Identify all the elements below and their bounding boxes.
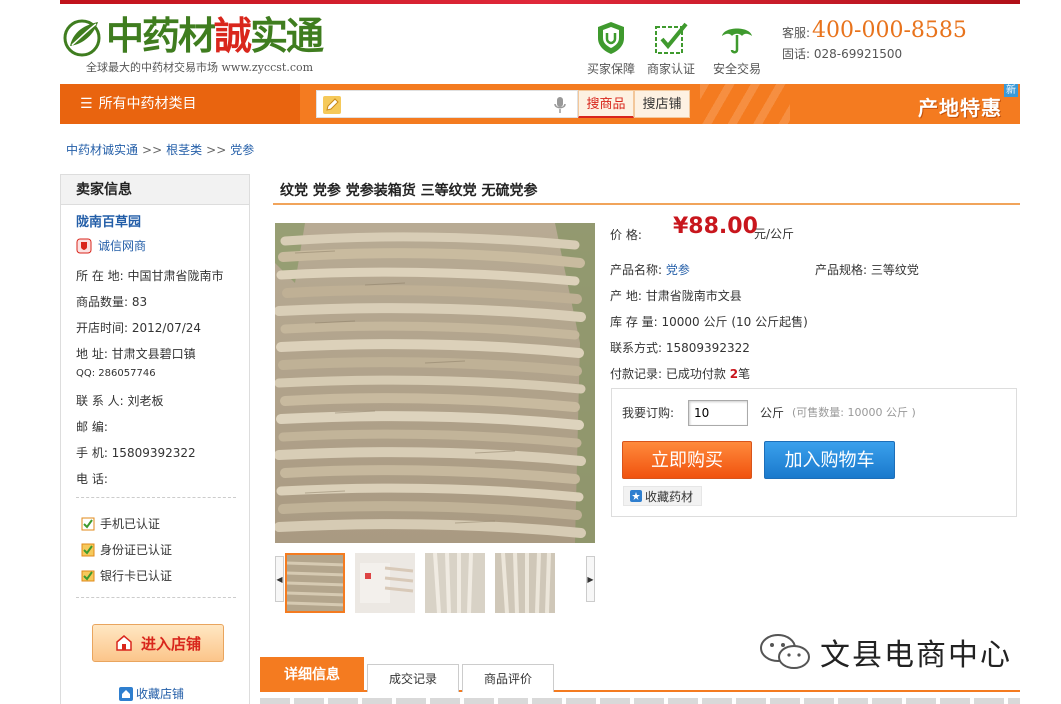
divider	[76, 497, 236, 498]
search-products-button[interactable]: 搜商品	[578, 90, 634, 118]
order-qty-label: 我要订购:	[622, 406, 675, 420]
logo-slogan: 全球最大的中药材交易市场 www.zyccst.com	[86, 61, 314, 74]
tab-reviews[interactable]: 商品评价	[462, 664, 554, 692]
new-badge: 新	[1004, 84, 1018, 97]
enter-store-button[interactable]: 进入店铺	[92, 624, 224, 662]
main-navbar: ☰ 所有中药材类目 搜商品 搜店铺 产地特惠 新	[60, 84, 1020, 124]
seller-postcode: 邮 编:	[76, 420, 108, 434]
seller-contact: 联 系 人: 刘老板	[76, 394, 164, 408]
order-unit: 公斤	[760, 406, 785, 420]
service-label: 客服:	[782, 26, 811, 40]
service-phone: 400-000-8585	[812, 18, 967, 43]
wechat-watermark: 文县电商中心	[758, 630, 1012, 674]
breadcrumb-separator: >>	[142, 143, 163, 157]
wechat-icon	[760, 634, 810, 669]
price-unit: 元/公斤	[754, 227, 795, 241]
quantity-input[interactable]	[688, 400, 748, 426]
seller-location: 所 在 地: 中国甘肃省陇南市	[76, 269, 224, 283]
seller-address: 地 址: 甘肃文县碧口镇	[76, 347, 196, 361]
breadcrumb-category[interactable]: 根茎类	[166, 143, 202, 157]
breadcrumb-separator: >>	[206, 143, 227, 157]
thumbnail-strip: ◀ ▶	[275, 553, 595, 613]
search-input[interactable]	[316, 90, 578, 118]
secure-transaction[interactable]: 安全交易	[709, 20, 765, 77]
seller-qq: QQ: 286057746	[76, 368, 156, 379]
menu-icon: ☰	[80, 96, 93, 112]
thumbnail-2[interactable]	[355, 553, 415, 613]
credit-badge-icon	[76, 238, 92, 253]
breadcrumb-product[interactable]: 党参	[230, 143, 254, 157]
thumbnail-3[interactable]	[425, 553, 485, 613]
available-quantity: (可售数量: 10000 公斤 )	[792, 406, 916, 419]
favorite-medicine-button[interactable]: 收藏药材	[623, 486, 703, 506]
buy-now-button[interactable]: 立即购买	[622, 441, 752, 479]
credit-merchant-badge[interactable]: 诚信网商	[76, 237, 146, 254]
breadcrumb-home[interactable]: 中药材诚实通	[66, 143, 138, 157]
store-icon	[116, 635, 132, 651]
merchant-certification[interactable]: 商家认证	[643, 20, 699, 77]
favorite-star-icon	[630, 490, 642, 502]
seller-name-link[interactable]: 陇南百草园	[76, 211, 141, 230]
top-banner-stripe	[60, 0, 1020, 4]
origin-row: 产 地: 甘肃省陇南市文县	[610, 289, 742, 303]
site-logo[interactable]: 中药材誠实通 全球最大的中药材交易市场 www.zyccst.com	[60, 14, 335, 76]
thumb-prev-button[interactable]: ◀	[275, 556, 284, 602]
fixed-line: 固话: 028-69921500	[782, 47, 903, 61]
contact-row: 联系方式: 15809392322	[610, 341, 750, 355]
seller-product-count: 商品数量: 83	[76, 295, 148, 309]
details-content-cutoff	[260, 698, 1020, 704]
title-divider	[273, 203, 1020, 205]
product-price: ¥88.00	[673, 214, 758, 239]
buyer-guarantee[interactable]: 买家保障	[583, 20, 639, 77]
price-label: 价 格:	[610, 228, 642, 242]
pencil-icon	[323, 96, 341, 114]
id-verified: 身份证已认证	[81, 541, 172, 558]
favorite-store-icon	[119, 686, 133, 701]
thumbnail-1[interactable]	[285, 553, 345, 613]
customer-service: 客服: 400-000-8585 固话: 028-69921500	[782, 18, 967, 62]
product-main-image[interactable]	[275, 223, 595, 543]
favorite-store-link[interactable]: 收藏店铺	[119, 685, 184, 702]
product-name-row: 产品名称: 党参	[610, 263, 690, 277]
divider	[76, 597, 236, 598]
id-verified-icon	[81, 543, 95, 556]
dried-roots-image	[275, 223, 595, 543]
shield-icon	[598, 22, 624, 54]
add-to-cart-button[interactable]: 加入购物车	[764, 441, 895, 479]
order-box: 我要订购: 公斤 (可售数量: 10000 公斤 ) 立即购买 加入购物车 收藏…	[611, 388, 1017, 517]
seller-info-panel: 卖家信息 陇南百草园 诚信网商 所 在 地: 中国甘肃省陇南市 商品数量: 83…	[60, 174, 250, 704]
seller-open-date: 开店时间: 2012/07/24	[76, 321, 202, 335]
payment-record-row: 付款记录: 已成功付款 2笔	[610, 367, 751, 381]
tab-details[interactable]: 详细信息	[260, 657, 364, 691]
watermark-text: 文县电商中心	[820, 638, 1012, 673]
breadcrumb: 中药材诚实通 >> 根茎类 >> 党参	[66, 141, 254, 158]
decorative-stripes	[700, 84, 790, 124]
umbrella-icon	[722, 28, 752, 54]
checkbox-icon	[655, 22, 688, 54]
seller-phone: 电 话:	[76, 472, 108, 486]
mobile-verified: 手机已认证	[81, 515, 160, 532]
tab-transactions[interactable]: 成交记录	[367, 664, 459, 692]
stock-row: 库 存 量: 10000 公斤 (10 公斤起售)	[610, 315, 808, 329]
mobile-verified-icon	[81, 517, 95, 530]
thumb-next-button[interactable]: ▶	[586, 556, 595, 602]
bank-card-verified: 银行卡已认证	[81, 567, 172, 584]
product-spec-row: 产品规格: 三等纹党	[815, 263, 919, 277]
leaf-logo-icon	[63, 19, 101, 57]
product-title: 纹党 党参 党参装箱货 三等纹党 无硫党参	[280, 183, 538, 199]
seller-info-heading: 卖家信息	[61, 175, 249, 205]
search-stores-button[interactable]: 搜店铺	[634, 90, 690, 118]
seller-mobile: 手 机: 15809392322	[76, 446, 196, 460]
origin-deals-link[interactable]: 产地特惠	[918, 92, 1002, 121]
all-categories-button[interactable]: ☰ 所有中药材类目	[60, 84, 300, 124]
logo-wordmark: 中药材誠实通	[106, 14, 324, 58]
microphone-icon[interactable]	[553, 96, 567, 114]
bank-card-verified-icon	[81, 570, 95, 581]
thumbnail-4[interactable]	[495, 553, 555, 613]
product-name-link[interactable]: 党参	[666, 263, 690, 277]
